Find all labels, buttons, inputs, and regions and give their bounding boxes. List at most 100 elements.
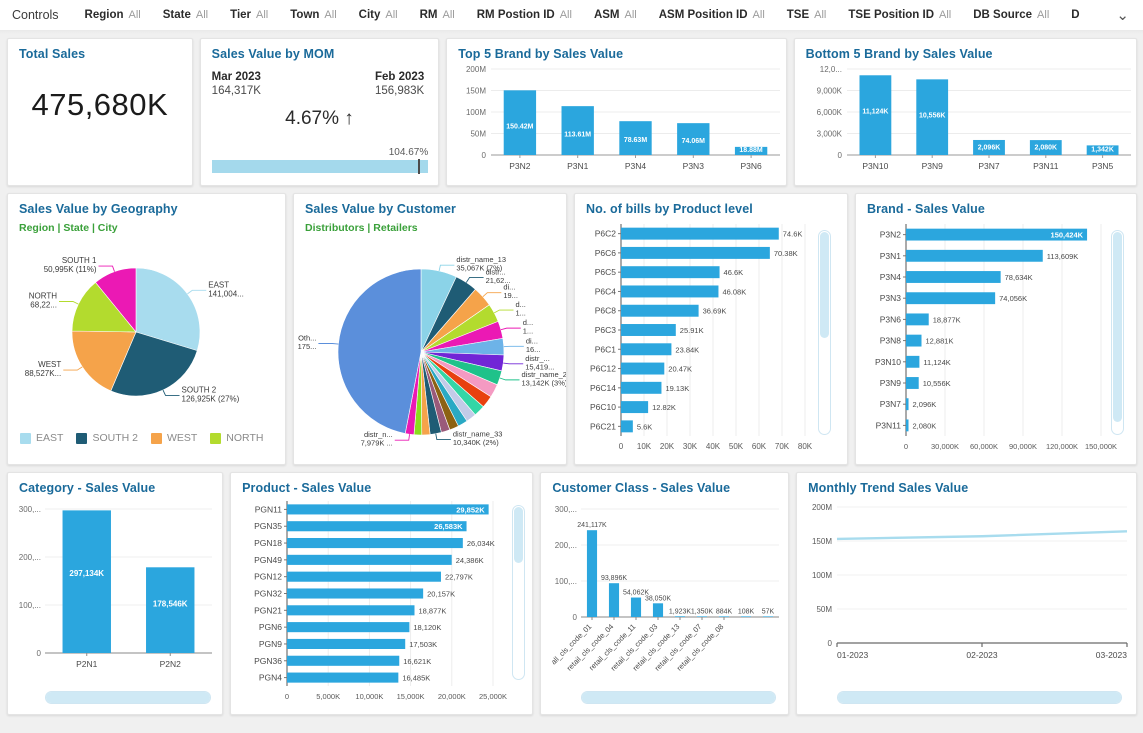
total-sales-card: Total Sales 475,680K — [7, 38, 193, 186]
filter-asm-position-id[interactable]: ASM Position ID All — [659, 9, 765, 21]
svg-text:68,22...: 68,22... — [30, 300, 57, 309]
legend-item-west[interactable]: WEST — [151, 432, 197, 444]
svg-text:P3N5: P3N5 — [1092, 161, 1114, 171]
filter-rm[interactable]: RM All — [420, 9, 455, 21]
svg-text:P3N10: P3N10 — [875, 357, 901, 367]
category-horizontal-scrollbar[interactable] — [45, 691, 211, 704]
svg-text:57K: 57K — [762, 608, 775, 615]
filter-tse[interactable]: TSE All — [787, 9, 827, 21]
svg-text:10,556K: 10,556K — [919, 112, 945, 119]
legend-item-south-2[interactable]: SOUTH 2 — [76, 432, 138, 444]
svg-text:P6C8: P6C8 — [595, 306, 617, 316]
product-sales-value-card: Product - Sales Value 05,000K10,000K15,0… — [230, 472, 533, 715]
legend-swatch-north — [210, 433, 221, 444]
svg-text:11,124K: 11,124K — [862, 108, 888, 115]
chevron-down-icon[interactable]: ⌄ — [1116, 8, 1133, 23]
svg-text:26,583K: 26,583K — [434, 522, 463, 531]
customer-class-chart[interactable]: 0100,...200,...300,...241,117K93,896K54,… — [541, 495, 789, 691]
monthly-trend-horizontal-scrollbar[interactable] — [837, 691, 1122, 704]
svg-text:241,117K: 241,117K — [578, 522, 608, 529]
filter-tse-position-id[interactable]: TSE Position ID All — [848, 9, 951, 21]
svg-text:113.61M: 113.61M — [565, 131, 592, 138]
mom-current-value: 164,317K — [212, 85, 261, 97]
geography-pie-chart[interactable]: EAST141,004...SOUTH 2126,925K (27%)WEST8… — [8, 234, 286, 432]
filter-region[interactable]: Region All — [85, 9, 141, 21]
svg-text:0: 0 — [828, 639, 833, 648]
svg-text:24,386K: 24,386K — [456, 556, 484, 565]
filter-town[interactable]: Town All — [290, 9, 336, 21]
svg-text:03-2023: 03-2023 — [1096, 650, 1127, 660]
filter-tier[interactable]: Tier All — [230, 9, 268, 21]
mom-progress-marker — [418, 159, 420, 174]
bills-vertical-scrollbar[interactable] — [818, 230, 831, 435]
legend-item-east[interactable]: EAST — [20, 432, 63, 444]
filter-rm-position-id-value: All — [560, 9, 572, 21]
mom-previous-month: Feb 2023 — [375, 71, 424, 83]
filter-db-source[interactable]: DB Source All — [973, 9, 1049, 21]
svg-text:9,000K: 9,000K — [816, 87, 842, 96]
geography-legend: EAST SOUTH 2 WEST NORTH — [8, 432, 285, 444]
mom-progress-wrap: 104.67% — [212, 147, 429, 173]
svg-text:11,124K: 11,124K — [923, 358, 950, 367]
product-sales-chart[interactable]: 05,000K10,000K15,000K20,000K25,000KPGN11… — [231, 495, 533, 708]
svg-text:78.63M: 78.63M — [624, 137, 648, 144]
bottom5-brand-title: Bottom 5 Brand by Sales Value — [795, 39, 1136, 61]
customer-pie-chart[interactable]: distr_name_1335,067K (7%)distr...21,62..… — [294, 234, 567, 462]
svg-text:P6C12: P6C12 — [590, 364, 616, 374]
bottom5-brand-chart[interactable]: 03,000K6,000K9,000K12,0...11,124KP3N1010… — [795, 61, 1137, 179]
monthly-trend-title: Monthly Trend Sales Value — [797, 473, 1136, 495]
controls-filter-bar: Controls Region All State All Tier All T… — [0, 0, 1143, 31]
svg-text:25.91K: 25.91K — [680, 326, 704, 335]
svg-text:50M: 50M — [817, 605, 833, 614]
customer-class-horizontal-scrollbar[interactable] — [581, 691, 776, 704]
svg-text:P3N6: P3N6 — [880, 314, 902, 324]
top5-brand-chart[interactable]: 050M100M150M200M150.42MP3N2113.61MP3N178… — [447, 61, 786, 179]
svg-text:P6C14: P6C14 — [590, 383, 616, 393]
svg-text:P3N7: P3N7 — [978, 161, 1000, 171]
svg-text:12,0...: 12,0... — [819, 65, 841, 74]
mom-title: Sales Value by MOM — [201, 39, 439, 61]
bills-by-product-chart[interactable]: 010K20K30K40K50K60K70K80KP6C274.6KP6C670… — [575, 216, 848, 458]
svg-text:P3N4: P3N4 — [625, 161, 647, 171]
svg-text:10,000K: 10,000K — [355, 692, 383, 701]
svg-text:113,609K: 113,609K — [1047, 252, 1079, 261]
svg-text:150,424K: 150,424K — [1051, 231, 1084, 240]
svg-text:3,000K: 3,000K — [816, 130, 842, 139]
filter-rm-label: RM — [420, 9, 438, 21]
svg-text:100M: 100M — [466, 108, 486, 117]
svg-text:150,000K: 150,000K — [1085, 442, 1117, 451]
svg-text:0: 0 — [285, 692, 289, 701]
svg-text:1,923K: 1,923K — [669, 608, 692, 615]
svg-text:0: 0 — [573, 613, 578, 622]
top5-brand-card: Top 5 Brand by Sales Value 050M100M150M2… — [446, 38, 786, 186]
svg-text:25,000K: 25,000K — [479, 692, 507, 701]
svg-text:100,...: 100,... — [555, 577, 577, 586]
svg-text:PGN4: PGN4 — [259, 673, 282, 683]
brand-vertical-scrollbar[interactable] — [1111, 230, 1124, 435]
category-sales-chart[interactable]: 0100,...200,...300,...297,134KP2N1178,54… — [8, 495, 223, 688]
svg-text:5.6K: 5.6K — [637, 422, 652, 431]
svg-text:108K: 108K — [738, 608, 755, 615]
filter-truncated[interactable]: D — [1071, 9, 1080, 21]
legend-item-north[interactable]: NORTH — [210, 432, 263, 444]
geography-subtitle: Region | State | City — [8, 216, 285, 234]
svg-text:141,004...: 141,004... — [208, 289, 244, 298]
svg-text:60,000K: 60,000K — [970, 442, 998, 451]
legend-swatch-west — [151, 433, 162, 444]
svg-text:7,979K ...: 7,979K ... — [361, 439, 393, 448]
sales-by-geography-card: Sales Value by Geography Region | State … — [7, 193, 286, 465]
monthly-trend-chart[interactable]: 050M100M150M200M01-202302-202303-2023 — [797, 495, 1137, 691]
filter-city[interactable]: City All — [359, 9, 398, 21]
brand-sales-chart[interactable]: 030,000K60,000K90,000K120,000K150,000KP3… — [856, 216, 1137, 458]
svg-text:200,...: 200,... — [555, 541, 577, 550]
svg-text:1,342K: 1,342K — [1091, 146, 1114, 153]
filter-state[interactable]: State All — [163, 9, 208, 21]
svg-text:P6C10: P6C10 — [590, 402, 616, 412]
filter-rm-value: All — [443, 9, 455, 21]
product-vertical-scrollbar[interactable] — [512, 505, 525, 680]
filter-rm-position-id[interactable]: RM Postion ID All — [477, 9, 572, 21]
svg-text:P6C2: P6C2 — [595, 229, 617, 239]
svg-text:01-2023: 01-2023 — [837, 650, 868, 660]
filter-asm[interactable]: ASM All — [594, 9, 637, 21]
svg-text:70.38K: 70.38K — [774, 249, 798, 258]
